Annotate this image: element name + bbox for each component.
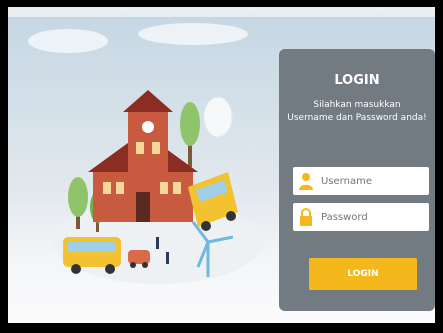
login-button[interactable]: LOGIN: [309, 258, 417, 290]
password-field[interactable]: [293, 203, 429, 231]
person: [156, 237, 159, 249]
person: [166, 252, 169, 264]
school-illustration: [53, 90, 263, 284]
login-panel: LOGIN Silahkan masukkan Username dan Pas…: [279, 49, 435, 311]
username-field[interactable]: [293, 167, 429, 195]
username-input[interactable]: [319, 174, 423, 188]
password-input[interactable]: [319, 210, 423, 224]
login-window: – X: [8, 7, 435, 323]
login-subtitle: Silahkan masukkan Username dan Password …: [279, 99, 435, 125]
window-frame: – X: [4, 3, 439, 330]
login-title: LOGIN: [334, 73, 380, 88]
cloud: [138, 23, 248, 45]
balloon: [203, 96, 233, 138]
subtitle-line-1: Silahkan masukkan: [313, 100, 401, 110]
school-building: [88, 90, 198, 222]
tree: [180, 102, 200, 167]
lock-icon: [297, 206, 315, 228]
cloud: [28, 29, 108, 53]
subtitle-line-2: Username dan Password anda!: [287, 113, 427, 123]
user-icon: [297, 170, 315, 192]
